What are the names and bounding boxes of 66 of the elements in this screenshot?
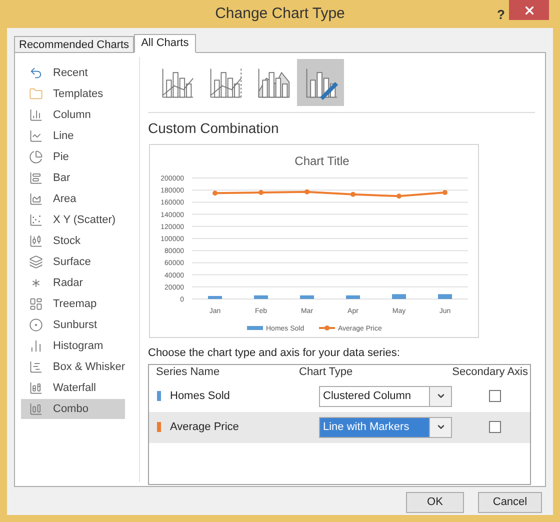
- circle-icon: [29, 318, 43, 332]
- series-name: Average Price: [170, 420, 239, 435]
- histogram-icon: [29, 339, 43, 353]
- bar-chart-icon: [29, 171, 43, 185]
- series-row[interactable]: Homes Sold Clustered Column: [149, 380, 530, 412]
- chart-category-item[interactable]: Surface: [21, 252, 125, 272]
- chart-category-item[interactable]: X Y (Scatter): [21, 210, 125, 230]
- waterfall-icon: [29, 381, 43, 395]
- pie-chart-icon: [29, 150, 43, 164]
- bar: [208, 296, 222, 299]
- line-chart-icon: [29, 129, 43, 143]
- stock-chart-icon: [29, 234, 43, 248]
- chart-category-item[interactable]: Stock: [21, 231, 125, 251]
- undo-icon: [29, 66, 43, 80]
- bar: [300, 295, 314, 299]
- section-heading: Custom Combination: [148, 119, 280, 138]
- series-name: Homes Sold: [170, 388, 230, 404]
- bar: [438, 294, 452, 299]
- box-whisker-icon: [29, 360, 43, 374]
- tab[interactable]: Recommended Charts: [14, 36, 134, 52]
- column-chart-icon: [29, 108, 43, 122]
- help-button[interactable]: ?: [497, 5, 505, 24]
- dialog-button[interactable]: Cancel: [478, 492, 542, 513]
- chart-category-item[interactable]: Recent: [21, 63, 125, 83]
- chart-category-item[interactable]: Radar: [21, 273, 125, 293]
- bar: [392, 294, 406, 299]
- close-button[interactable]: [509, 0, 549, 20]
- chevron-down-icon: [436, 422, 446, 432]
- area-chart-icon: [29, 192, 43, 206]
- chart-category-item[interactable]: Area: [21, 189, 125, 209]
- chart-category-item[interactable]: Templates: [21, 84, 125, 104]
- chart-category-item[interactable]: Pie: [21, 147, 125, 167]
- column-header: Secondary Axis: [451, 365, 529, 380]
- chart-category-item[interactable]: Bar: [21, 168, 125, 188]
- bar: [254, 295, 268, 299]
- layers-icon: [29, 255, 43, 269]
- tab[interactable]: All Charts: [134, 34, 196, 53]
- treemap-icon: [29, 297, 43, 311]
- column-header: Chart Type: [299, 365, 354, 380]
- chart-category-item[interactable]: Histogram: [21, 336, 125, 356]
- chart-title: Chart Title: [294, 154, 350, 168]
- chart-category-item[interactable]: Sunburst: [21, 315, 125, 335]
- legend-line: [319, 326, 335, 330]
- window-title: Change Chart Type: [215, 4, 345, 24]
- chart-category-item[interactable]: Box & Whisker: [21, 357, 125, 377]
- chart-type-dropdown[interactable]: Clustered Column: [319, 386, 452, 406]
- chart-type-dropdown[interactable]: Line with Markers: [319, 416, 452, 438]
- series-prompt: Choose the chart type and axis for your data series:: [148, 346, 401, 361]
- chart-category-item[interactable]: Line: [21, 126, 125, 146]
- folder-icon: [29, 87, 43, 101]
- chevron-down-icon: [436, 391, 446, 401]
- scatter-chart-icon: [29, 213, 43, 227]
- chart-category-item[interactable]: Treemap: [21, 294, 125, 314]
- close-icon: [522, 4, 536, 16]
- dialog-button[interactable]: OK: [406, 492, 464, 513]
- chart-category-item[interactable]: Column: [21, 105, 125, 125]
- column-header: Series Name: [155, 365, 221, 380]
- legend-swatch: [247, 326, 263, 330]
- chart-category-item[interactable]: Waterfall: [21, 378, 125, 398]
- bar: [346, 295, 360, 299]
- chart-category-item[interactable]: Combo: [21, 399, 125, 419]
- series-row[interactable]: Average Price Line with Markers: [149, 412, 530, 442]
- combo-chart-icon: [29, 402, 43, 416]
- chart-subtype-button[interactable]: [297, 59, 344, 106]
- checkbox[interactable]: [489, 390, 501, 402]
- checkbox[interactable]: [489, 421, 501, 433]
